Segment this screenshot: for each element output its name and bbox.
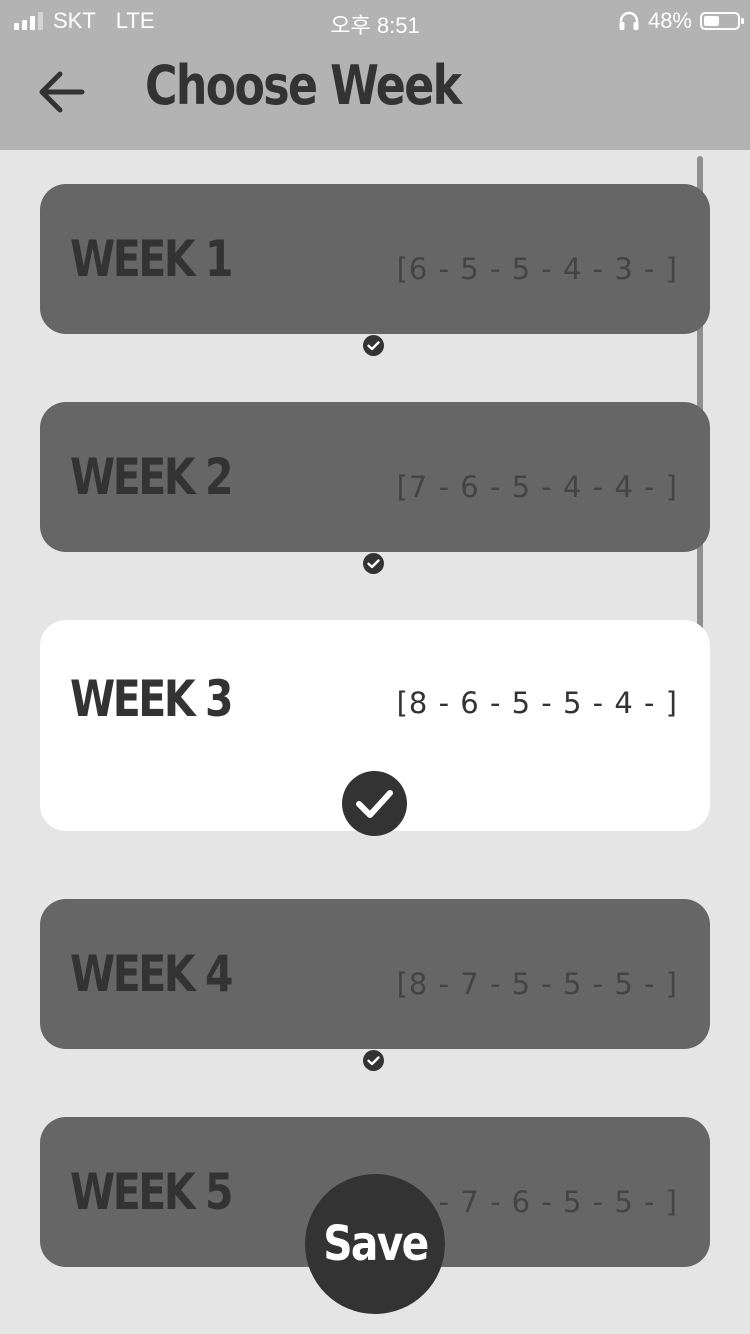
week-label: WEEK 1 (70, 230, 234, 288)
check-icon (363, 335, 384, 356)
week-list[interactable]: WEEK 1 [6 - 5 - 5 - 4 - 3 - ] WEEK 2 [7 … (0, 150, 750, 1334)
week-card-1[interactable]: WEEK 1 [6 - 5 - 5 - 4 - 3 - ] (40, 184, 710, 334)
save-button[interactable]: Save (305, 1174, 445, 1314)
status-bar: SKT LTE 오후 8:51 48% (0, 0, 750, 42)
week-label: WEEK 4 (70, 945, 234, 1003)
week-label: WEEK 3 (70, 670, 234, 728)
back-button[interactable] (34, 66, 90, 118)
week-reps: [8 - 6 - 5 - 5 - 4 - ] (396, 686, 678, 720)
week-reps: [9 - 7 - 6 - 5 - 5 - ] (396, 1185, 678, 1219)
week-label: WEEK 5 (70, 1163, 234, 1221)
week-card-4[interactable]: WEEK 4 [8 - 7 - 5 - 5 - 5 - ] (40, 899, 710, 1049)
battery-icon (700, 12, 744, 30)
battery-percent: 48% (647, 8, 692, 33)
week-card-2[interactable]: WEEK 2 [7 - 6 - 5 - 4 - 4 - ] (40, 402, 710, 552)
check-icon (363, 553, 384, 574)
selected-check-icon (342, 771, 407, 836)
save-label: Save (322, 1216, 429, 1272)
page-title: Choose Week (145, 54, 462, 117)
check-icon (363, 1050, 384, 1071)
week-reps: [8 - 7 - 5 - 5 - 5 - ] (396, 967, 678, 1001)
week-reps: [7 - 6 - 5 - 4 - 4 - ] (396, 470, 678, 504)
week-label: WEEK 2 (70, 448, 234, 506)
header: Choose Week (0, 42, 750, 150)
week-reps: [6 - 5 - 5 - 4 - 3 - ] (396, 252, 678, 286)
status-right: 48% (618, 8, 744, 34)
headphones-icon (619, 11, 639, 30)
arrow-left-icon (39, 71, 85, 113)
